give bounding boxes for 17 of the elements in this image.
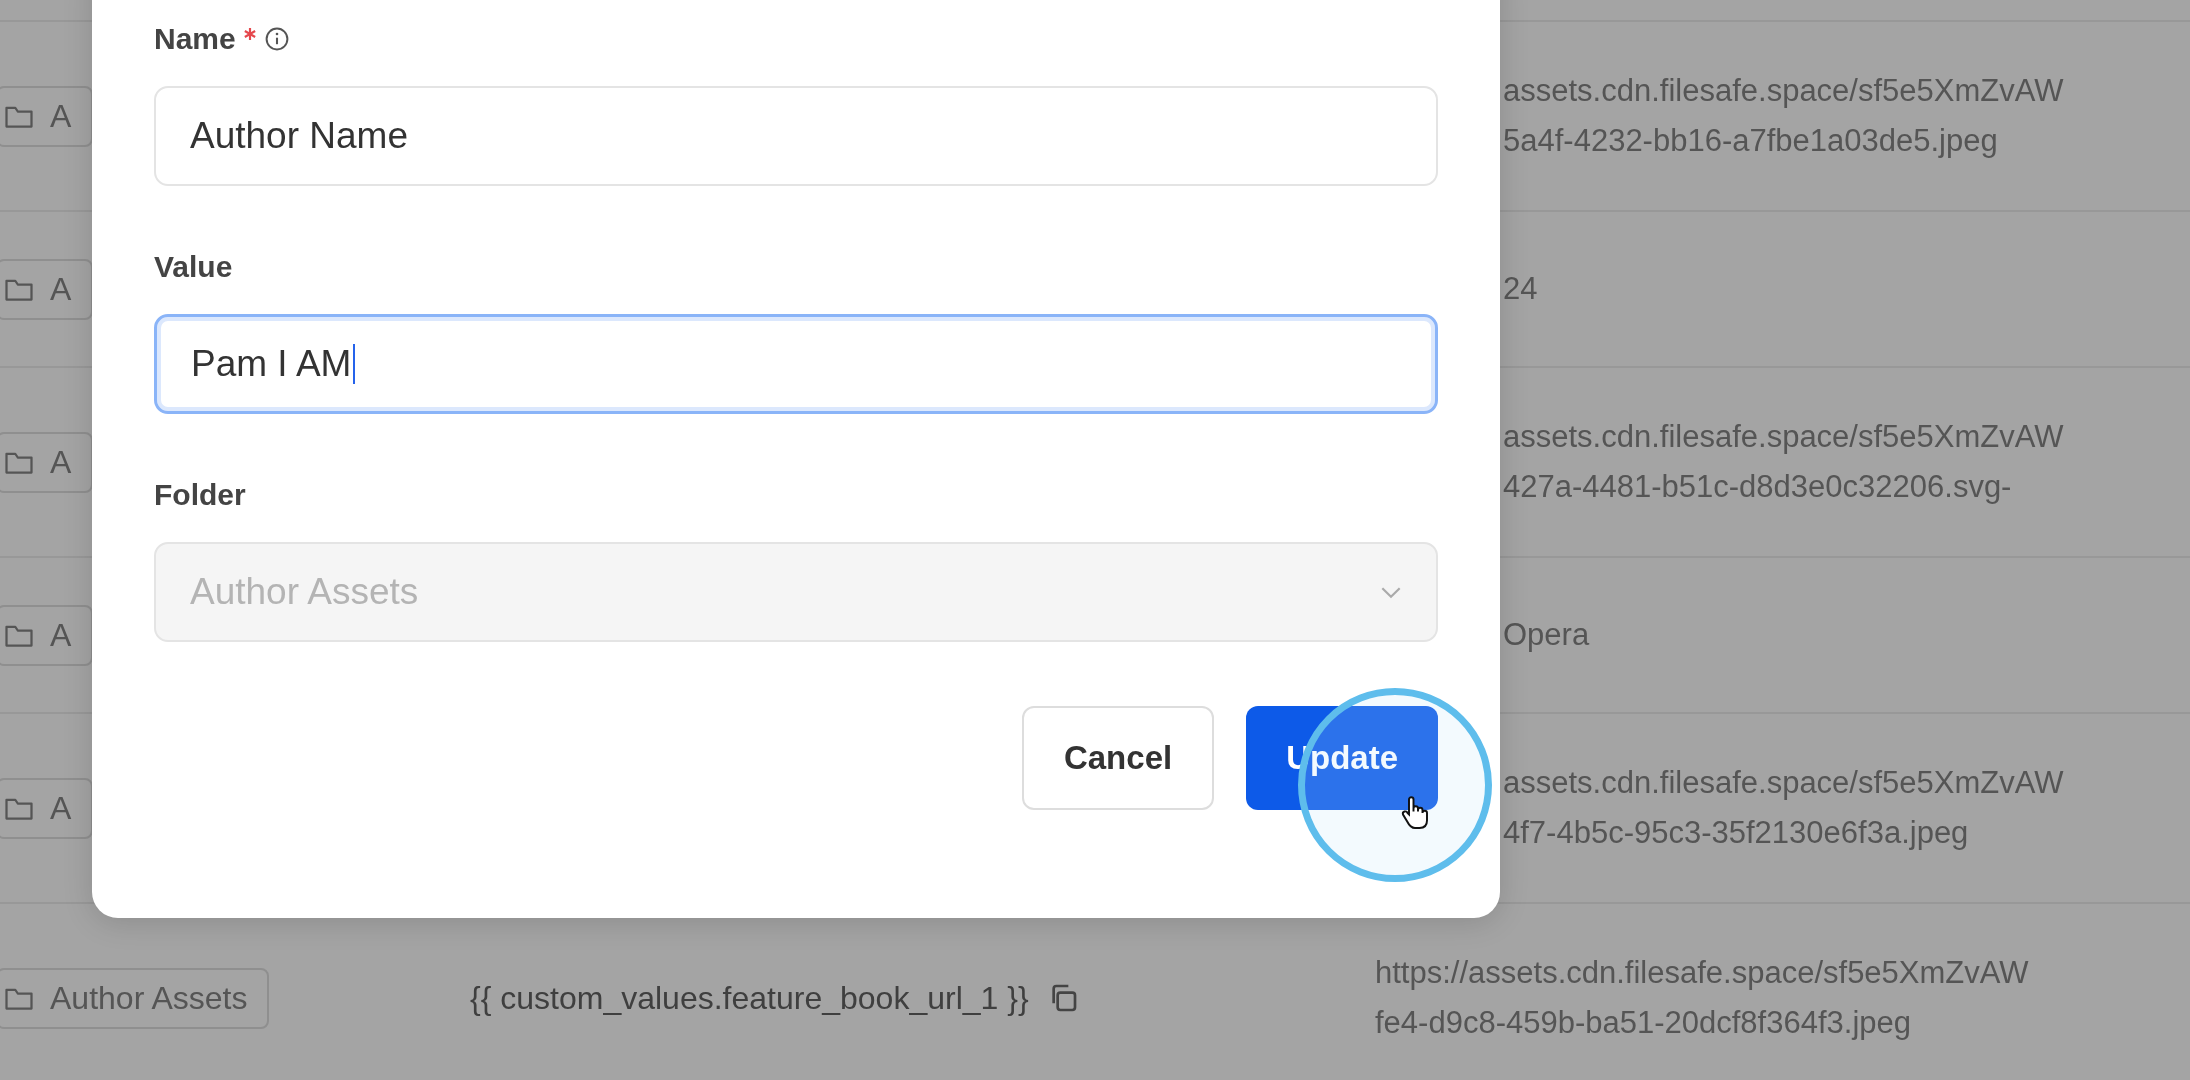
value-text: https://assets.cdn.filesafe.space/sf5e5XmZvAW fe4-d9c8-459b-ba51-20dcf8f364f3.jpeg [1375,954,2030,1042]
field-label: Value [154,250,233,284]
value-text: 24 [1503,270,1539,308]
hand-cursor-icon [1400,795,1430,831]
value-text: Opera [1503,616,1591,654]
variable-text: {{ custom_values.feature_book_url_1 }} [470,979,1029,1017]
text-field[interactable]: Author Name [154,86,1438,186]
text-field[interactable]: Pam I AM [154,314,1438,414]
value-text: assets.cdn.filesafe.space/sf5e5XmZvAW 4f7-4b5c-95c3-35f2130e6f3a.jpeg [1503,764,2065,852]
value-text: assets.cdn.filesafe.space/sf5e5XmZvAW 5a4f-4232-bb16-a7fbe1a03de5.jpeg [1503,72,2065,160]
info-icon[interactable] [263,26,290,52]
chevron-down-icon [1380,585,1402,599]
cancel-button[interactable]: Cancel [1021,706,1215,810]
field-label: Name [154,22,236,56]
folder-tag: Author Assets [0,967,270,1029]
field-label: Folder [154,478,246,512]
value-text: assets.cdn.filesafe.space/sf5e5XmZvAW 427a-4481-b51c-d8d3e0c32206.svg- [1503,418,2065,506]
